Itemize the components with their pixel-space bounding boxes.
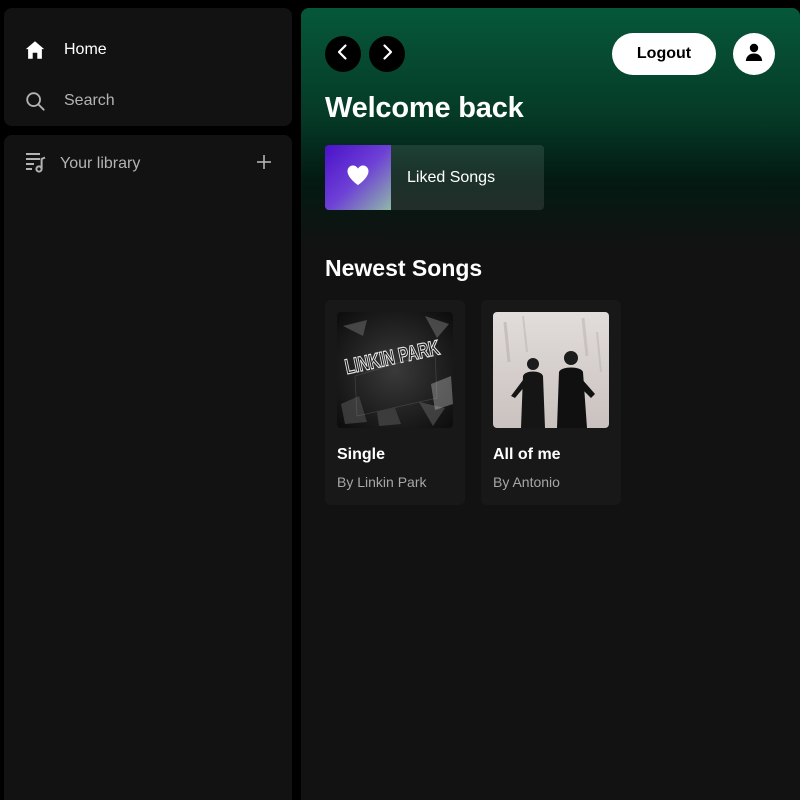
heart-icon [346, 164, 370, 191]
library-title: Your library [60, 155, 141, 172]
sidebar-nav: Home Search [4, 8, 292, 126]
add-library-button[interactable] [254, 154, 274, 174]
chevron-left-icon [334, 43, 352, 66]
song-cover-image [493, 312, 609, 428]
liked-songs-label: Liked Songs [407, 168, 496, 186]
library-icon [24, 150, 48, 179]
search-icon [24, 90, 46, 112]
song-title: All of me [493, 446, 561, 463]
user-profile-button[interactable] [733, 33, 775, 75]
sidebar-item-search[interactable]: Search [24, 87, 115, 115]
song-artist: By Antonio [493, 474, 560, 490]
back-button[interactable] [325, 36, 361, 72]
user-icon [744, 42, 764, 67]
sidebar-item-label: Home [64, 41, 107, 58]
sidebar-item-label: Search [64, 92, 115, 109]
logout-button[interactable]: Logout [612, 33, 716, 75]
newest-songs-title: Newest Songs [325, 255, 483, 281]
sidebar-library: Your library [4, 135, 292, 800]
home-icon [24, 39, 46, 61]
song-cover-image: LINKIN PARK [337, 312, 453, 428]
liked-songs-card[interactable]: Liked Songs [325, 145, 544, 210]
main-content: Logout Welcome back Liked Songs Newest S… [301, 8, 800, 800]
page-title: Welcome back [325, 92, 524, 124]
song-title: Single [337, 446, 386, 463]
library-header: Your library [24, 152, 274, 176]
plus-icon [255, 153, 273, 176]
song-artist: By Linkin Park [337, 474, 427, 490]
chevron-right-icon [378, 43, 396, 66]
song-card[interactable]: All of me By Antonio [481, 300, 621, 505]
song-card[interactable]: LINKIN PARK Single By Linkin Park [325, 300, 465, 505]
sidebar-item-home[interactable]: Home [24, 36, 107, 64]
forward-button[interactable] [369, 36, 405, 72]
liked-songs-art [325, 145, 391, 210]
app-root: Home Search Your library Logout Welcome … [0, 0, 800, 800]
library-title-button[interactable]: Your library [24, 150, 140, 179]
